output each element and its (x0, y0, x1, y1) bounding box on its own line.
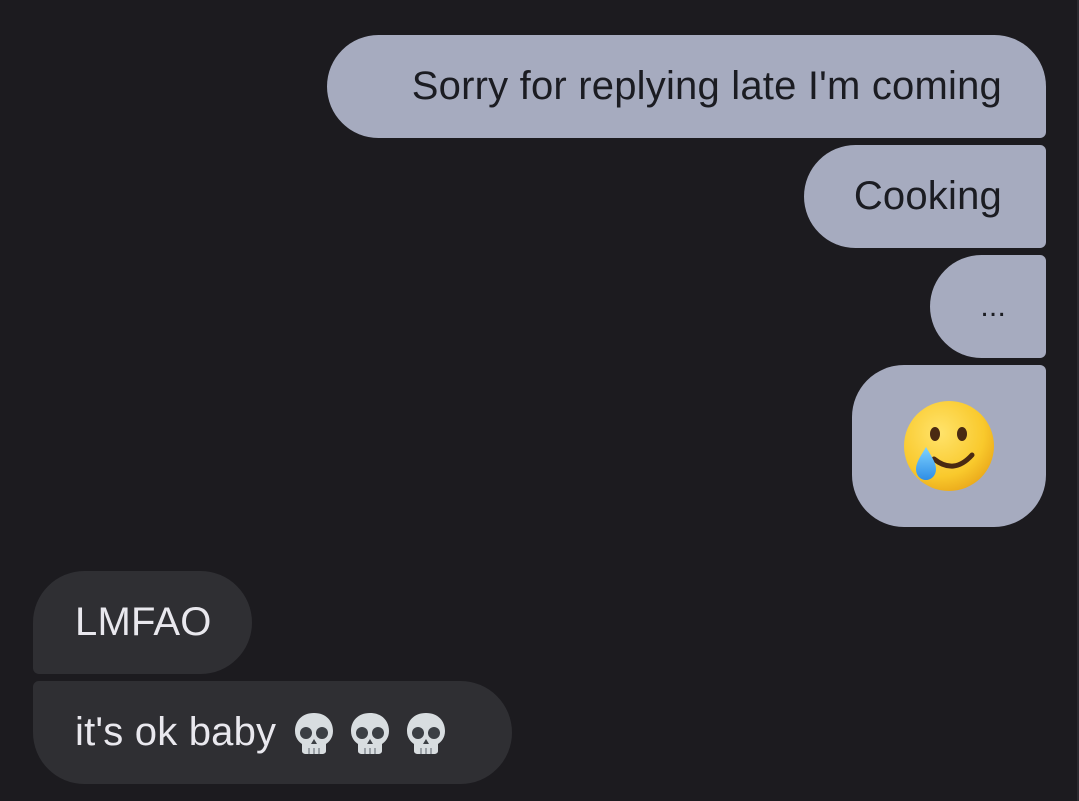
outgoing-emoji-message-bubble[interactable] (852, 365, 1046, 527)
skull-icon (402, 709, 450, 757)
skull-icon (346, 709, 394, 757)
message-text: Sorry for replying late I'm coming (411, 64, 1002, 108)
outgoing-message-bubble[interactable]: Sorry for replying late I'm coming (327, 35, 1046, 138)
smiling-face-with-tear-icon (902, 399, 996, 493)
skull-icon (290, 709, 338, 757)
incoming-message-bubble[interactable]: it's ok baby (33, 681, 512, 784)
message-text: LMFAO (75, 600, 212, 644)
skull-emoji-group (290, 709, 450, 757)
incoming-message-bubble[interactable]: LMFAO (33, 571, 252, 674)
message-text: ... (980, 289, 1006, 323)
message-text: it's ok baby (75, 710, 277, 754)
outgoing-message-bubble[interactable]: ... (930, 255, 1046, 358)
outgoing-message-bubble[interactable]: Cooking (804, 145, 1046, 248)
message-text: Cooking (853, 174, 1002, 218)
